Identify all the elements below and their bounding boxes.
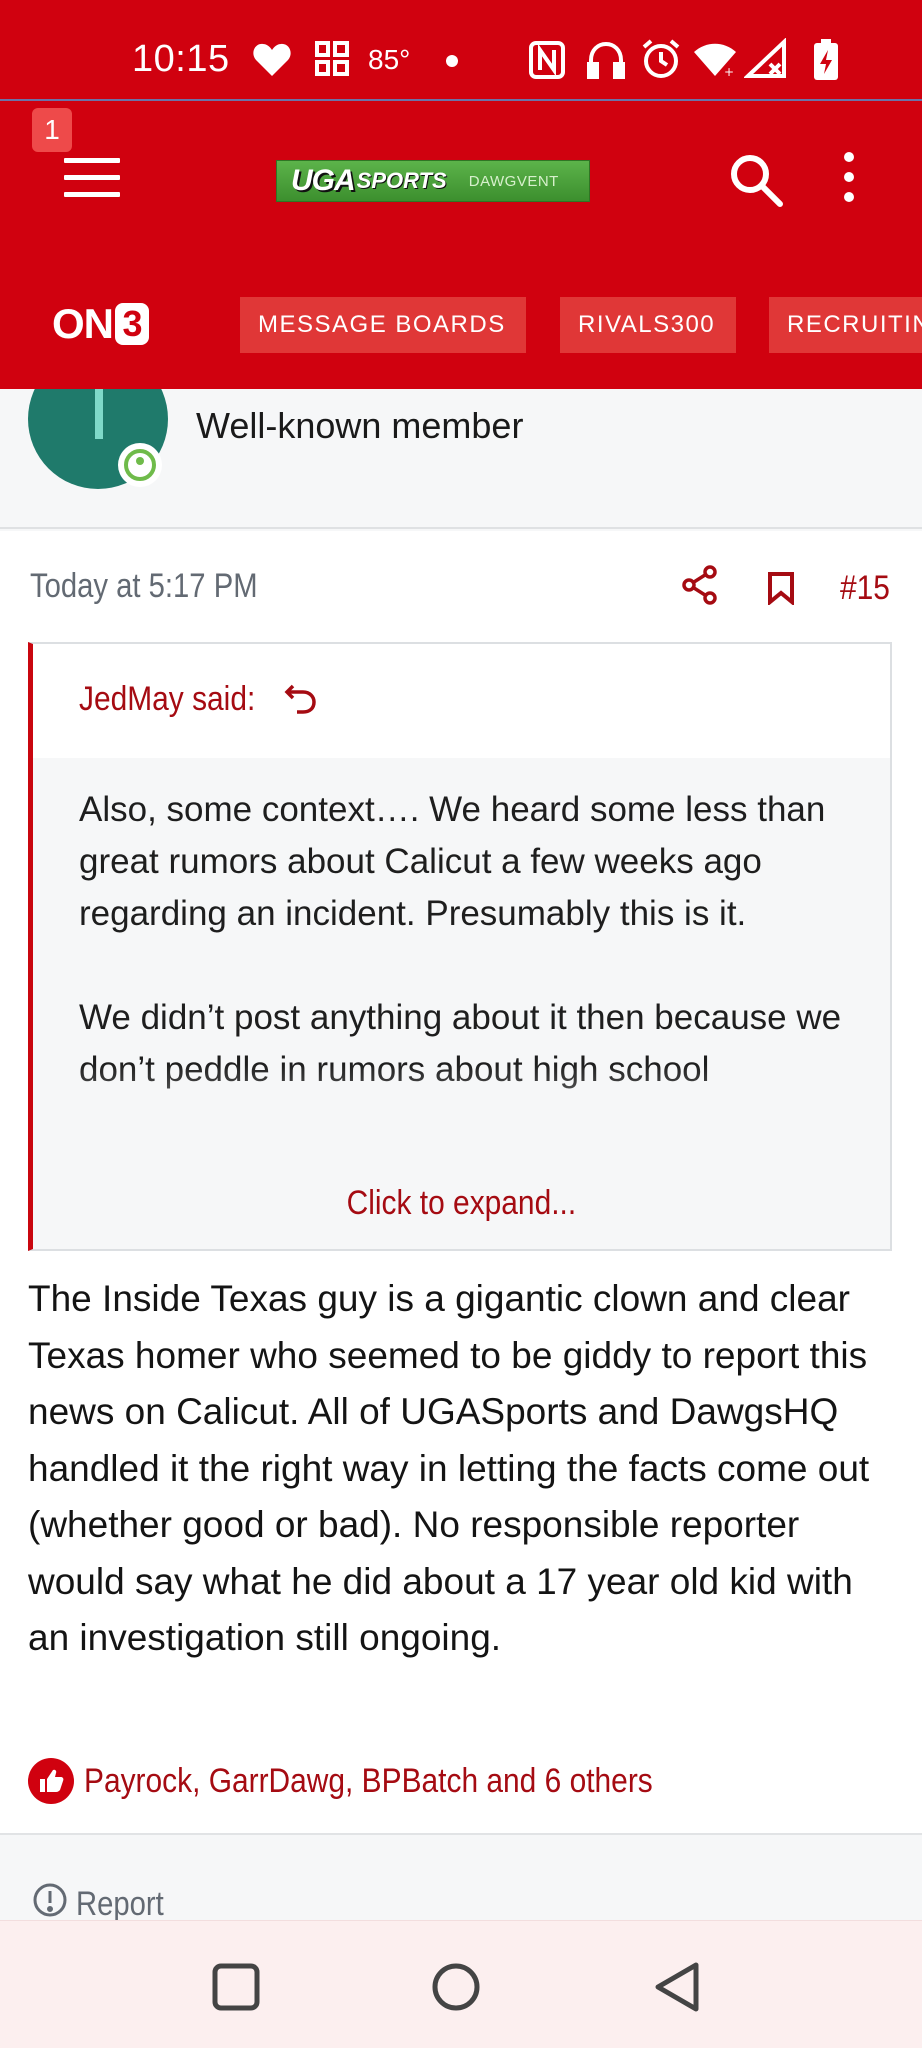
jump-to-quote-icon[interactable] bbox=[283, 680, 319, 721]
on3-text: ON bbox=[52, 300, 114, 347]
post-number-link[interactable]: #15 bbox=[840, 569, 890, 608]
search-icon[interactable] bbox=[726, 150, 786, 210]
dot-icon bbox=[446, 54, 458, 72]
post-body-text: The Inside Texas guy is a gigantic clown… bbox=[28, 1278, 870, 1658]
logo-sports-text: SPORTS bbox=[356, 168, 447, 193]
click-to-expand-label: Click to expand... bbox=[346, 1184, 577, 1222]
quote-author-link[interactable]: JedMay said: bbox=[79, 680, 255, 719]
logo-uga-text: UGA bbox=[291, 164, 356, 197]
quote-fade-overlay bbox=[33, 1064, 890, 1184]
signal-icon bbox=[742, 37, 790, 85]
quote-header: JedMay said: bbox=[33, 644, 890, 758]
status-bar: 10:15 85° + bbox=[0, 0, 922, 100]
svg-text:+: + bbox=[724, 65, 734, 78]
home-icon[interactable] bbox=[426, 1957, 486, 2017]
headphones-icon bbox=[586, 40, 626, 85]
post-footer-divider bbox=[0, 1833, 922, 1835]
site-logo[interactable]: UGA SPORTS DAWGVENT bbox=[276, 160, 590, 202]
wifi-icon: + bbox=[692, 40, 738, 83]
share-icon[interactable] bbox=[682, 565, 718, 610]
hamburger-menu-icon[interactable] bbox=[64, 158, 120, 198]
on3-logo[interactable]: ON 3 bbox=[52, 298, 149, 350]
report-label: Report bbox=[76, 1885, 164, 1923]
reactions-list-link[interactable]: Payrock, GarrDawg, BPBatch and 6 others bbox=[84, 1762, 653, 1801]
click-to-expand-link[interactable]: Click to expand... bbox=[33, 1184, 890, 1223]
tab-recruiting[interactable]: RECRUITIN bbox=[769, 297, 922, 353]
like-icon bbox=[28, 1758, 74, 1804]
system-navigation-bar bbox=[0, 1920, 922, 2048]
widgets-icon bbox=[314, 40, 350, 83]
post-card: Today at 5:17 PM #15 JedMay said: Also, … bbox=[0, 531, 922, 1835]
quote-paragraph: Also, some context…. We heard some less … bbox=[79, 790, 826, 933]
on3-digit: 3 bbox=[115, 303, 149, 345]
logo-dawgvent-text: DAWGVENT bbox=[468, 172, 559, 190]
nfc-icon bbox=[528, 40, 566, 85]
member-title: Well-known member bbox=[196, 405, 524, 446]
battery-charging-icon bbox=[812, 38, 840, 87]
post-timestamp[interactable]: Today at 5:17 PM bbox=[30, 567, 258, 606]
tab-message-boards[interactable]: MESSAGE BOARDS bbox=[240, 297, 526, 353]
status-temperature: 85° bbox=[368, 44, 411, 75]
status-time: 10:15 bbox=[132, 38, 230, 80]
back-icon[interactable] bbox=[648, 1957, 708, 2017]
online-status-icon bbox=[118, 443, 162, 487]
recent-apps-icon[interactable] bbox=[206, 1957, 266, 2017]
bookmark-icon[interactable] bbox=[766, 571, 796, 610]
heart-icon bbox=[252, 42, 292, 83]
tab-rivals300[interactable]: RIVALS300 bbox=[560, 297, 736, 353]
more-options-icon[interactable] bbox=[836, 152, 862, 208]
alarm-icon bbox=[640, 38, 682, 85]
notification-badge[interactable]: 1 bbox=[32, 108, 72, 152]
quote-block: JedMay said: Also, some context…. We hea… bbox=[28, 642, 892, 1251]
reactions-bar[interactable]: Payrock, GarrDawg, BPBatch and 6 others bbox=[28, 1757, 730, 1805]
post-author-bar: Well-known member bbox=[0, 389, 922, 529]
